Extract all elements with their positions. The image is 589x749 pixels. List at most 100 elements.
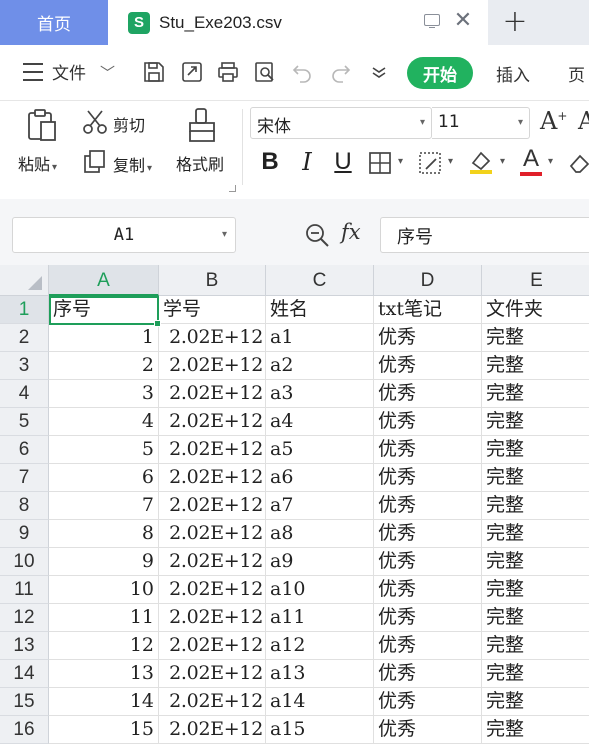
clipboard-launcher-icon[interactable]	[229, 185, 236, 192]
print-preview-icon[interactable]	[253, 60, 277, 84]
table-cell[interactable]: 13	[49, 660, 159, 688]
table-cell[interactable]: 2.02E+12	[159, 380, 266, 408]
paste-button[interactable]: 粘贴 ▾	[18, 151, 57, 175]
table-cell[interactable]: 完整	[482, 324, 589, 352]
table-cell[interactable]: 完整	[482, 464, 589, 492]
table-cell[interactable]: 8	[49, 520, 159, 548]
table-cell[interactable]: 优秀	[374, 688, 482, 716]
fill-color-caret-icon[interactable]: ▾	[500, 156, 505, 167]
table-cell[interactable]: a12	[266, 632, 374, 660]
table-cell[interactable]: 2.02E+12	[159, 604, 266, 632]
table-cell[interactable]: 优秀	[374, 380, 482, 408]
table-cell[interactable]: a1	[266, 324, 374, 352]
table-cell[interactable]: 完整	[482, 520, 589, 548]
close-tab-icon[interactable]: ✕	[452, 10, 474, 32]
insert-function-button[interactable]: fx	[341, 220, 361, 244]
table-cell[interactable]: 10	[49, 576, 159, 604]
clear-format-icon[interactable]	[568, 151, 589, 175]
table-cell[interactable]: 2.02E+12	[159, 688, 266, 716]
format-painter-icon[interactable]	[186, 107, 218, 143]
decrease-font-size-button[interactable]: A	[578, 107, 589, 135]
format-painter-button[interactable]: 格式刷	[176, 151, 224, 175]
table-cell[interactable]: 优秀	[374, 436, 482, 464]
table-cell[interactable]: 5	[49, 436, 159, 464]
print-icon[interactable]	[216, 60, 240, 84]
cell-style-icon[interactable]	[418, 151, 442, 175]
table-cell[interactable]: a5	[266, 436, 374, 464]
header-cell[interactable]: 学号	[159, 296, 266, 324]
header-cell[interactable]: txt笔记	[374, 296, 482, 324]
column-header-e[interactable]: E	[482, 265, 589, 296]
table-cell[interactable]: 2.02E+12	[159, 408, 266, 436]
table-cell[interactable]: 2.02E+12	[159, 632, 266, 660]
chevron-down-icon[interactable]: ﹀	[100, 62, 115, 83]
table-cell[interactable]: 2	[49, 352, 159, 380]
paste-caret-icon[interactable]: ▾	[52, 162, 57, 173]
fill-handle[interactable]	[154, 320, 161, 327]
chevron-down-icon[interactable]: ▾	[518, 117, 523, 128]
column-header-b[interactable]: B	[159, 265, 266, 296]
table-cell[interactable]: a10	[266, 576, 374, 604]
more-tools-chevron-icon[interactable]	[367, 60, 391, 84]
row-header[interactable]: 4	[0, 380, 49, 408]
row-header[interactable]: 2	[0, 324, 49, 352]
row-header[interactable]: 8	[0, 492, 49, 520]
font-color-caret-icon[interactable]: ▾	[548, 156, 553, 167]
table-cell[interactable]: 2.02E+12	[159, 492, 266, 520]
table-cell[interactable]: 完整	[482, 352, 589, 380]
table-cell[interactable]: 优秀	[374, 716, 482, 744]
table-cell[interactable]: 2.02E+12	[159, 660, 266, 688]
header-cell[interactable]: 文件夹	[482, 296, 589, 324]
italic-button[interactable]: I	[296, 147, 318, 177]
chevron-down-icon[interactable]: ▾	[222, 218, 227, 252]
row-header[interactable]: 9	[0, 520, 49, 548]
row-header[interactable]: 3	[0, 352, 49, 380]
table-cell[interactable]: a7	[266, 492, 374, 520]
column-header-a[interactable]: A	[49, 265, 159, 296]
row-header[interactable]: 7	[0, 464, 49, 492]
table-cell[interactable]: 2.02E+12	[159, 464, 266, 492]
table-cell[interactable]: 2.02E+12	[159, 716, 266, 744]
menu-page-layout[interactable]: 页	[568, 61, 585, 86]
spreadsheet-grid[interactable]: ABCDE 1 序号 学号 姓名 txt笔记 文件夹 2 1 2.02E+12 a1 优秀 完整 3 2 2…	[0, 265, 589, 749]
table-cell[interactable]: 11	[49, 604, 159, 632]
borders-caret-icon[interactable]: ▾	[398, 156, 403, 167]
row-header[interactable]: 13	[0, 632, 49, 660]
zoom-icon[interactable]	[304, 222, 330, 248]
table-cell[interactable]: 2.02E+12	[159, 436, 266, 464]
row-header[interactable]: 5	[0, 408, 49, 436]
table-cell[interactable]: 优秀	[374, 324, 482, 352]
tab-start-button[interactable]: 开始	[407, 57, 473, 89]
fill-color-icon[interactable]	[468, 149, 494, 175]
formula-input[interactable]: 序号	[380, 217, 589, 253]
redo-icon[interactable]	[329, 60, 353, 84]
table-cell[interactable]: 2.02E+12	[159, 324, 266, 352]
table-cell[interactable]: 完整	[482, 380, 589, 408]
table-cell[interactable]: a2	[266, 352, 374, 380]
font-name-select[interactable]: 宋体 ▾	[250, 107, 432, 139]
table-cell[interactable]: a8	[266, 520, 374, 548]
copy-caret-icon[interactable]: ▾	[147, 163, 152, 174]
table-cell[interactable]: 完整	[482, 408, 589, 436]
table-cell[interactable]: 2.02E+12	[159, 352, 266, 380]
table-cell[interactable]: 优秀	[374, 408, 482, 436]
export-icon[interactable]	[180, 60, 204, 84]
row-header[interactable]: 14	[0, 660, 49, 688]
table-cell[interactable]: a15	[266, 716, 374, 744]
table-cell[interactable]: 完整	[482, 436, 589, 464]
table-cell[interactable]: 7	[49, 492, 159, 520]
table-cell[interactable]: 优秀	[374, 464, 482, 492]
table-cell[interactable]: 完整	[482, 576, 589, 604]
table-cell[interactable]: a14	[266, 688, 374, 716]
table-cell[interactable]: 完整	[482, 604, 589, 632]
table-cell[interactable]: 完整	[482, 660, 589, 688]
table-cell[interactable]: 2.02E+12	[159, 548, 266, 576]
copy-icon[interactable]	[82, 149, 108, 175]
paste-icon[interactable]	[24, 107, 60, 143]
table-cell[interactable]: 2.02E+12	[159, 520, 266, 548]
row-header[interactable]: 11	[0, 576, 49, 604]
table-cell[interactable]: 优秀	[374, 632, 482, 660]
table-cell[interactable]: 优秀	[374, 520, 482, 548]
row-header[interactable]: 6	[0, 436, 49, 464]
table-cell[interactable]: 9	[49, 548, 159, 576]
